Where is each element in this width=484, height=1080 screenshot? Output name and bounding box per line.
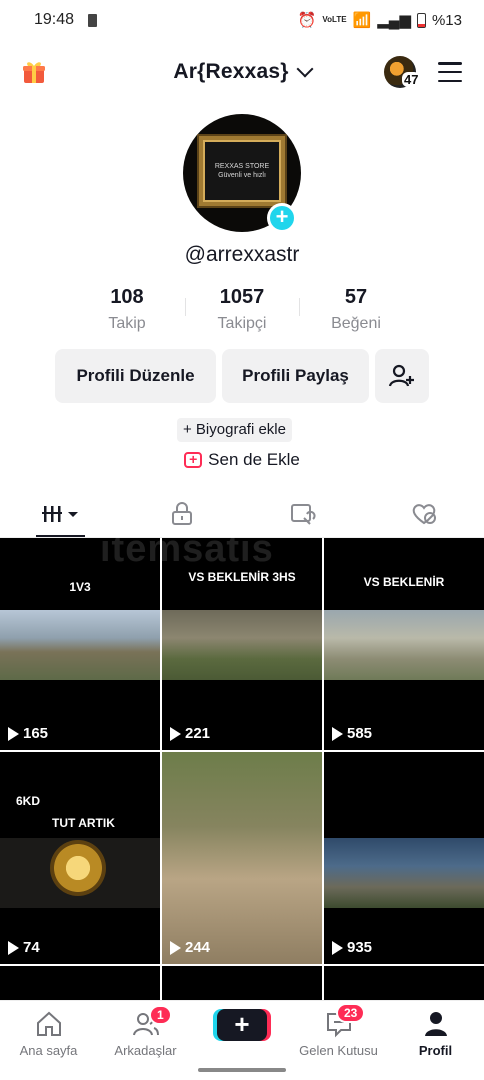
add-me-link[interactable]: + Sen de Ekle [0,450,484,470]
profile-handle: @arrexxastr [184,243,300,266]
play-count-value: 244 [185,939,211,956]
stat-divider [185,298,186,316]
chevron-down-icon [296,60,314,78]
video-thumbnail [162,752,322,964]
video-tile-partial[interactable] [324,966,484,1002]
video-tile[interactable]: 6KD TUT ARTIK 74 [0,752,160,964]
video-grid: 1V3 165 VS BEKLENİR 3HS 221 VS BEKLENİR … [0,538,484,1002]
play-count: 74 [8,939,40,956]
add-photo-icon[interactable]: + [267,203,297,233]
battery-percent: %13 [431,11,462,29]
grid-icon [41,506,78,522]
repost-icon [290,504,316,525]
avatar-frame: REXXAS STORE Güvenli ve hızlı [199,136,285,206]
account-badge: 47 [402,72,421,87]
nav-profile-label: Profil [418,1043,453,1058]
nav-home-label: Ana sayfa [19,1043,78,1058]
play-icon [332,726,343,741]
nav-home[interactable]: Ana sayfa [0,1009,97,1058]
add-friends-button[interactable] [375,349,429,403]
friends-badge: 1 [149,1005,172,1025]
video-tile-partial[interactable] [162,966,322,1002]
add-me-label: Sen de Ekle [208,450,300,469]
stat-value: 1057 [219,286,265,308]
video-tile[interactable]: 244 [162,752,322,964]
video-caption: VS BEKLENİR 3HS [188,570,296,584]
play-count: 221 [170,725,210,742]
share-profile-button[interactable]: Profili Paylaş [222,349,369,403]
stat-likes[interactable]: 57 Beğeni [301,286,411,333]
alarm-icon: ⏰ [297,12,317,29]
stat-label: Beğeni [331,315,381,332]
add-me-icon: + [184,452,203,468]
play-count: 935 [332,939,372,956]
account-switcher[interactable]: Ar{Rexxas} [173,60,314,84]
play-count-value: 585 [347,725,373,742]
lock-icon [171,502,192,525]
play-count-value: 221 [185,725,211,742]
video-tile[interactable]: VS BEKLENİR 585 [324,538,484,750]
edit-profile-button[interactable]: Profili Düzenle [55,349,216,403]
play-count-value: 74 [23,939,40,956]
menu-icon[interactable] [438,62,462,82]
wifi-icon: 📶 [352,12,372,29]
display-name: Ar{Rexxas} [173,60,289,83]
play-count: 165 [8,725,48,742]
stat-value: 108 [110,286,144,308]
play-icon [8,940,19,955]
video-caption: VS BEKLENİR [363,575,445,589]
stat-following[interactable]: 108 Takip [72,286,182,333]
video-tile[interactable]: 935 [324,752,484,964]
add-bio-button[interactable]: + Biyografi ekle [177,418,292,442]
nav-friends-label: Arkadaşlar [114,1043,177,1058]
video-thumbnail [324,838,484,908]
nav-inbox-label: Gelen Kutusu [299,1043,378,1058]
play-icon [170,940,181,955]
active-tab-indicator [36,535,85,537]
inbox-badge: 23 [336,1003,366,1023]
nav-friends[interactable]: 1 Arkadaşlar [97,1005,194,1058]
watermark-text: itemsatis [100,528,274,570]
play-icon [170,726,181,741]
video-tile-partial[interactable] [0,966,160,1002]
video-thumbnail [0,610,160,680]
stat-label: Takip [108,315,146,332]
video-thumbnail [162,610,322,680]
profile-stats: 108 Takip 1057 Takipçi 57 Beğeni [0,286,484,336]
gold-badge-thumbnail [50,840,106,896]
avatar-text-1: REXXAS STORE [214,163,270,170]
stat-followers[interactable]: 1057 Takipçi [187,286,297,333]
video-caption-2: TUT ARTIK [52,816,115,830]
stat-label: Takipçi [217,315,267,332]
gift-icon[interactable] [20,58,48,86]
play-count: 244 [170,939,210,956]
video-caption: 1V3 [69,580,91,594]
profile-header: Ar{Rexxas} 47 [0,50,484,94]
play-count-value: 935 [347,939,373,956]
home-icon [36,1011,61,1036]
home-indicator[interactable] [198,1068,286,1072]
stat-value: 57 [344,286,368,308]
status-time: 19:48 [34,11,75,28]
video-thumbnail [324,610,484,680]
add-user-icon [388,364,414,387]
play-count: 585 [332,725,372,742]
status-bar: 19:48 ⏰ VoLTE 📶 ▂▄▆ %13 [0,0,484,40]
play-icon [332,940,343,955]
nav-inbox[interactable]: 23 Gelen Kutusu [290,1003,387,1058]
create-button[interactable]: + [217,1009,267,1041]
play-icon [8,726,19,741]
stat-divider [299,298,300,316]
avatar-text-2: Güvenli ve hızlı [218,172,266,179]
video-caption: 6KD [16,794,41,808]
nav-profile[interactable]: Profil [387,1009,484,1058]
liked-hidden-icon [412,504,436,525]
profile-icon [424,1012,447,1036]
volte-label: VoLTE [322,15,347,24]
signal-icon: ▂▄▆ [377,12,411,29]
battery-icon [416,12,426,28]
tab-liked[interactable] [363,490,484,538]
sim-icon [88,13,98,27]
play-count-value: 165 [23,725,49,742]
